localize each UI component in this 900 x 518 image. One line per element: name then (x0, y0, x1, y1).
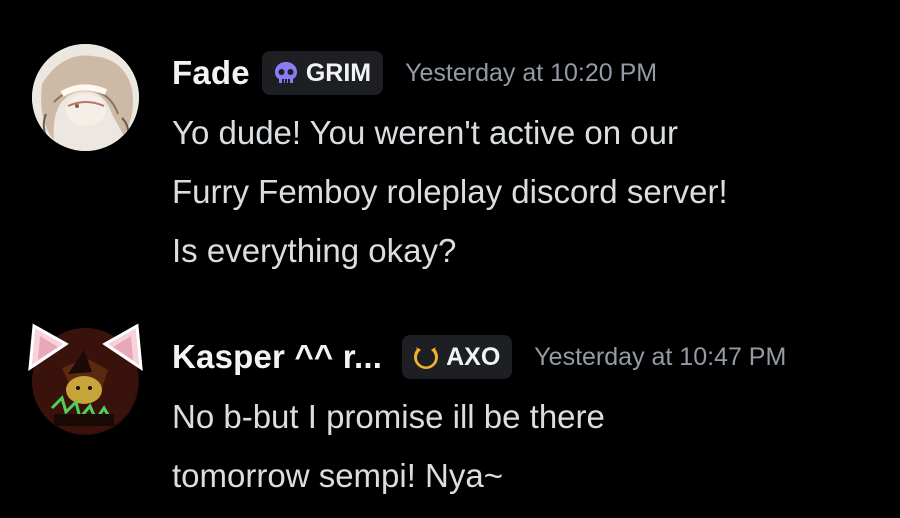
message-content: No b-but I promise ill be there tomorrow… (172, 387, 872, 505)
message-header: Fade GRIM Yesterday at 10:20 PM (172, 48, 657, 98)
message-content: Yo dude! You weren't active on our Furry… (172, 103, 872, 280)
avatar-image (32, 44, 139, 151)
message-text-line: Furry Femboy roleplay discord server! (172, 173, 728, 210)
message-text-line: No b-but I promise ill be there (172, 398, 605, 435)
avatar-image (32, 328, 139, 435)
message-timestamp[interactable]: Yesterday at 10:47 PM (534, 343, 786, 372)
server-tag[interactable]: AXO (402, 335, 513, 379)
chat-message-list: Fade GRIM Yesterday at 10:20 PM Yo dude!… (0, 0, 900, 518)
server-tag-label: AXO (446, 342, 501, 371)
avatar[interactable] (32, 44, 139, 151)
message-text-line: Yo dude! You weren't active on our (172, 114, 678, 151)
message-timestamp[interactable]: Yesterday at 10:20 PM (405, 59, 657, 88)
username[interactable]: Kasper ^^ r... (172, 338, 382, 376)
crescent-moon-icon (412, 343, 440, 371)
server-tag-label: GRIM (305, 58, 372, 87)
server-tag[interactable]: GRIM (261, 51, 384, 95)
skull-icon (272, 59, 300, 87)
message-text-line: Is everything okay? (172, 232, 457, 269)
chat-message: Kasper ^^ r... AXO Yesterday at 10:47 PM… (0, 300, 900, 518)
avatar[interactable] (32, 328, 139, 435)
message-header: Kasper ^^ r... AXO Yesterday at 10:47 PM (172, 332, 786, 382)
message-text-line: tomorrow sempi! Nya~ (172, 457, 504, 494)
chat-message: Fade GRIM Yesterday at 10:20 PM Yo dude!… (0, 0, 900, 290)
username[interactable]: Fade (172, 54, 250, 92)
